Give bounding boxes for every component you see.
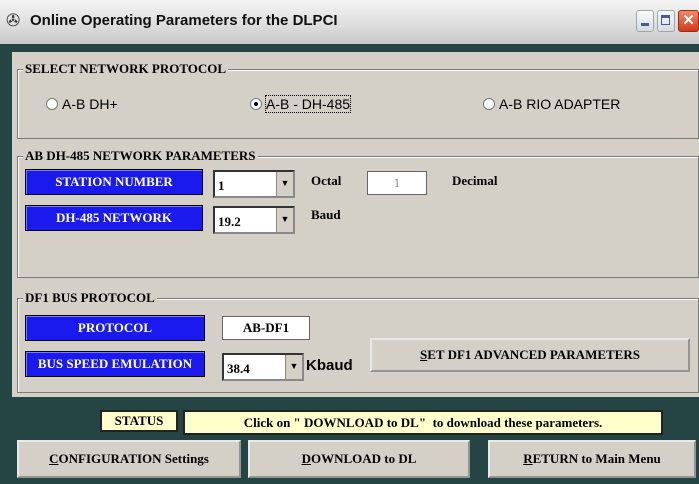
- dh485-baud-select[interactable]: 19.2 ▼: [213, 206, 295, 234]
- bus-speed-label: BUS SPEED EMULATION: [25, 351, 205, 377]
- df1-legend: DF1 BUS PROTOCOL: [23, 290, 157, 306]
- download-to-dl-hotkey: D: [301, 451, 311, 466]
- status-label: STATUS: [100, 410, 178, 432]
- configuration-settings-button[interactable]: C ONFIGURATION Settings: [17, 440, 241, 478]
- radio-dh-plus-indicator[interactable]: [46, 98, 58, 110]
- station-number-select[interactable]: 1 ▼: [213, 170, 295, 198]
- chevron-down-icon[interactable]: ▼: [285, 355, 302, 379]
- radio-dh-plus[interactable]: A-B DH+: [46, 96, 118, 112]
- title-bar[interactable]: ✇ Online Operating Parameters for the DL…: [0, 0, 699, 44]
- protocol-value-field: AB-DF1: [222, 316, 310, 340]
- protocol-label: PROTOCOL: [25, 315, 205, 341]
- app-icon: ✇: [6, 11, 21, 30]
- dh485-baud-value: 19.2: [218, 214, 241, 229]
- radio-rio-adapter-label: A-B RIO ADAPTER: [499, 96, 621, 112]
- radio-rio-adapter-indicator[interactable]: [483, 98, 495, 110]
- baud-label: Baud: [311, 207, 341, 222]
- configuration-settings-hotkey: C: [49, 451, 59, 466]
- set-df1-advanced-hotkey: S: [420, 347, 428, 362]
- dialog-window: ✇ Online Operating Parameters for the DL…: [0, 0, 699, 484]
- decimal-value-field: 1: [367, 171, 427, 195]
- download-to-dl-label: OWNLOAD to DL: [310, 451, 417, 466]
- df1-panel: DF1 BUS PROTOCOL PROTOCOL AB-DF1 BUS SPE…: [12, 284, 699, 397]
- protocol-group: SELECT NETWORK PROTOCOL A-B DH+ A-B - DH…: [17, 61, 699, 139]
- protocol-panel: SELECT NETWORK PROTOCOL A-B DH+ A-B - DH…: [12, 52, 699, 142]
- dh485-panel: AB DH-485 NETWORK PARAMETERS STATION NUM…: [12, 142, 699, 284]
- dh485-network-label: DH-485 NETWORK: [25, 205, 203, 231]
- bus-speed-value: 38.4: [227, 361, 250, 376]
- minimize-button[interactable]: [636, 10, 654, 32]
- chevron-down-icon[interactable]: ▼: [276, 172, 293, 196]
- radio-dh-485-indicator[interactable]: [250, 98, 262, 110]
- dh485-group: AB DH-485 NETWORK PARAMETERS STATION NUM…: [17, 148, 699, 278]
- kbaud-label: Kbaud: [306, 357, 353, 374]
- window-title: Online Operating Parameters for the DLPC…: [30, 12, 338, 29]
- set-df1-advanced-button[interactable]: S ET DF1 ADVANCED PARAMETERS: [370, 338, 690, 372]
- station-number-label: STATION NUMBER: [25, 169, 203, 195]
- radio-dh-485-label: A-B - DH-485: [264, 95, 352, 113]
- station-number-value: 1: [218, 178, 225, 193]
- decimal-label: Decimal: [452, 173, 498, 188]
- radio-dh-485[interactable]: A-B - DH-485: [250, 95, 352, 113]
- octal-label: Octal: [311, 173, 342, 188]
- df1-group: DF1 BUS PROTOCOL PROTOCOL AB-DF1 BUS SPE…: [17, 290, 699, 393]
- configuration-settings-label: ONFIGURATION Settings: [58, 451, 209, 466]
- return-to-main-menu-label: ETURN to Main Menu: [532, 451, 661, 466]
- chevron-down-icon[interactable]: ▼: [276, 208, 293, 232]
- close-button[interactable]: ✕: [678, 10, 699, 32]
- return-to-main-menu-button[interactable]: R ETURN to Main Menu: [488, 440, 696, 478]
- set-df1-advanced-label: ET DF1 ADVANCED PARAMETERS: [427, 347, 640, 362]
- protocol-legend: SELECT NETWORK PROTOCOL: [23, 61, 229, 77]
- status-message: Click on " DOWNLOAD to DL" to download t…: [183, 410, 663, 435]
- radio-dh-plus-label: A-B DH+: [62, 96, 118, 112]
- bus-speed-select[interactable]: 38.4 ▼: [222, 353, 304, 381]
- download-to-dl-button[interactable]: D OWNLOAD to DL: [248, 440, 470, 478]
- dh485-legend: AB DH-485 NETWORK PARAMETERS: [23, 148, 258, 164]
- maximize-button[interactable]: [657, 10, 675, 32]
- radio-rio-adapter[interactable]: A-B RIO ADAPTER: [483, 96, 620, 112]
- return-to-main-menu-hotkey: R: [523, 451, 533, 466]
